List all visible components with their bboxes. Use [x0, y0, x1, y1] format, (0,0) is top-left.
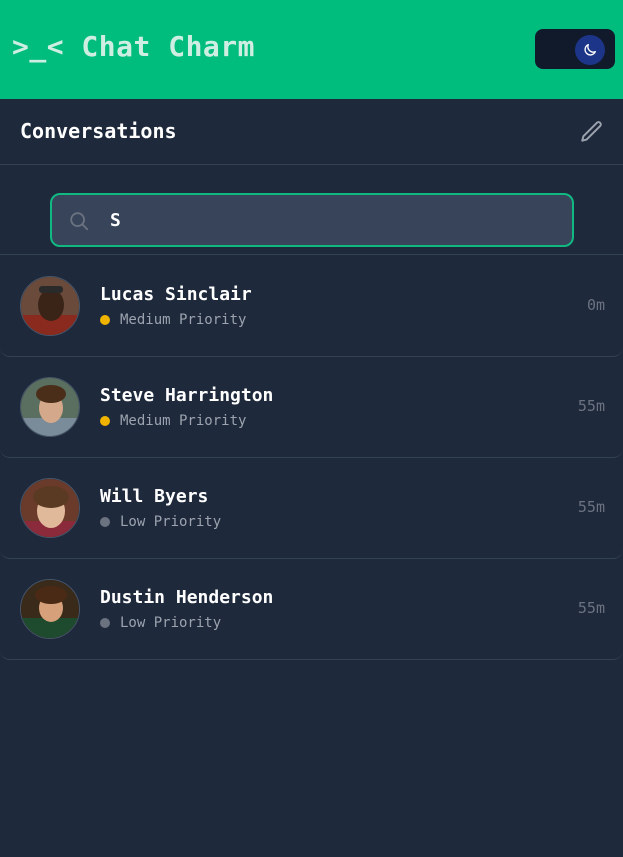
avatar: [20, 276, 80, 336]
priority-dot: [100, 517, 110, 527]
last-message-time: 0m: [586, 296, 605, 314]
theme-toggle[interactable]: [535, 29, 615, 69]
chat-item-lucas-sinclair[interactable]: Lucas Sinclair Medium Priority 0m: [0, 256, 623, 357]
chat-list: Lucas Sinclair Medium Priority 0m Steve …: [0, 256, 623, 660]
priority-indicator: Medium Priority: [100, 413, 246, 429]
contact-name: Lucas Sinclair: [100, 284, 252, 305]
priority-dot: [100, 618, 110, 628]
chat-item-will-byers[interactable]: Will Byers Low Priority 55m: [0, 458, 623, 559]
priority-label: Medium Priority: [120, 413, 247, 429]
contact-name: Steve Harrington: [100, 385, 274, 406]
conversations-header: Conversations: [0, 99, 623, 165]
theme-toggle-knob[interactable]: [575, 35, 605, 65]
priority-dot: [100, 315, 110, 325]
conversations-title: Conversations: [20, 119, 177, 143]
chat-item-steve-harrington[interactable]: Steve Harrington Medium Priority 55m: [0, 357, 623, 458]
priority-indicator: Medium Priority: [100, 312, 246, 328]
priority-label: Low Priority: [120, 514, 222, 530]
search-input[interactable]: [110, 205, 550, 235]
new-conversation-button[interactable]: [577, 117, 607, 147]
app-logo: >_< Chat Charm: [12, 30, 256, 63]
priority-dot: [100, 416, 110, 426]
contact-name: Dustin Henderson: [100, 587, 274, 608]
pencil-icon: [581, 121, 602, 142]
last-message-time: 55m: [577, 498, 605, 516]
avatar: [20, 377, 80, 437]
contact-name: Will Byers: [100, 486, 209, 507]
avatar: [20, 579, 80, 639]
last-message-time: 55m: [577, 599, 605, 617]
priority-label: Medium Priority: [120, 312, 247, 328]
moon-icon: [584, 44, 596, 56]
last-message-time: 55m: [577, 397, 605, 415]
avatar: [20, 478, 80, 538]
priority-label: Low Priority: [120, 615, 222, 631]
search-box[interactable]: [50, 193, 574, 247]
chat-item-dustin-henderson[interactable]: Dustin Henderson Low Priority 55m: [0, 559, 623, 660]
app-header: >_< Chat Charm: [0, 0, 623, 99]
search-icon: [70, 212, 89, 231]
priority-indicator: Low Priority: [100, 514, 221, 530]
priority-indicator: Low Priority: [100, 615, 221, 631]
